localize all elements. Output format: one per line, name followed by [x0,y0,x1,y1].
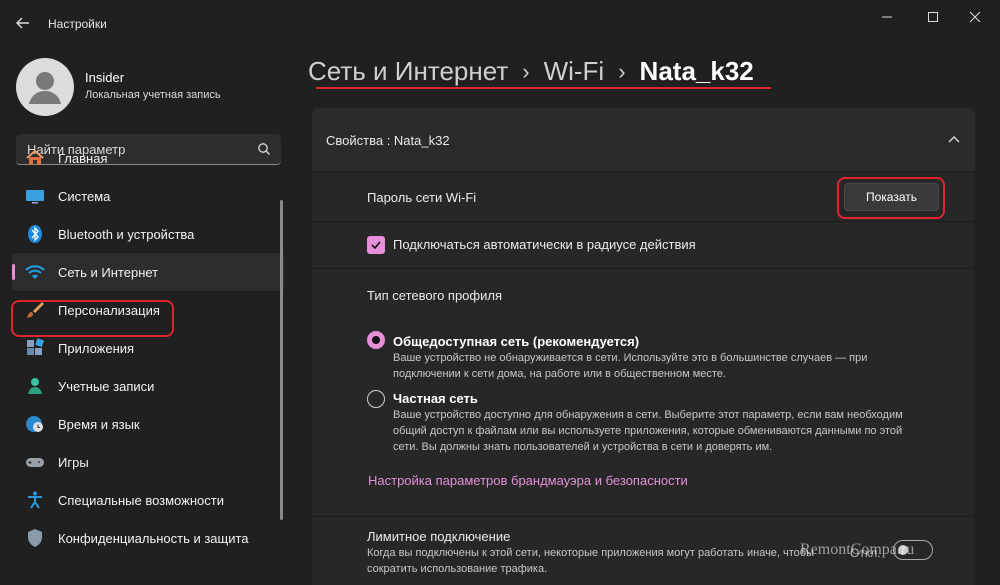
sidebar-item-privacy[interactable]: Конфиденциальность и защита [12,519,284,557]
sidebar-item-label: Учетные записи [58,378,155,394]
public-network-desc: Ваше устройство не обнаруживается в сети… [393,352,868,364]
sidebar-item-label: Приложения [58,340,135,356]
public-network-radio[interactable] [367,331,385,349]
divider [312,516,975,517]
active-item-highlight [11,300,174,337]
sidebar-item-label: Время и язык [58,416,140,432]
divider [312,221,975,222]
shield-icon [25,528,45,548]
apps-icon [25,338,45,358]
auto-connect-checkbox[interactable] [367,236,385,254]
maximize-icon[interactable] [913,6,953,28]
user-avatar-icon [29,72,61,104]
sidebar-item-label: Игры [58,454,89,470]
auto-connect-label: Подключаться автоматически в радиусе дей… [393,237,696,252]
page-title: Nata_k32 [639,56,754,86]
sidebar-item-accessibility[interactable]: Специальные возможности [12,481,284,519]
private-network-radio[interactable] [367,390,385,408]
checkmark-icon [371,241,381,250]
private-network-desc: общий доступ к файлам или вы используете… [393,425,903,437]
private-network-desc: Ваше устройство доступно для обнаружения… [393,409,903,421]
monitor-icon [25,186,45,206]
private-network-title: Частная сеть [393,391,478,406]
account-icon [25,376,45,396]
sidebar-item-accounts[interactable]: Учетные записи [12,367,284,405]
sidebar-item-time-language[interactable]: Время и язык [12,405,284,443]
divider [312,268,975,269]
sidebar-scrollbar[interactable] [280,200,283,520]
show-button-highlight [837,177,945,219]
chevron-right-icon: › [522,58,530,84]
wifi-icon [25,262,45,282]
back-arrow-icon[interactable] [14,14,32,32]
private-network-desc: сети. Вы должны знать пользователей и ус… [393,441,773,453]
metered-connection-desc: сократить использование трафика. [367,563,548,575]
title-underline [316,87,771,89]
home-icon [25,148,45,168]
public-network-desc: подключении к сети дома, на работе или в… [393,368,726,380]
sidebar-item-home[interactable]: Главная [12,139,284,177]
avatar[interactable] [16,58,74,116]
breadcrumb-wifi[interactable]: Wi-Fi [544,56,605,87]
close-icon[interactable] [955,6,995,28]
sidebar-item-label: Конфиденциальность и защита [58,530,249,546]
sidebar-item-label: Bluetooth и устройства [58,226,195,242]
globe-clock-icon [25,414,45,434]
accessibility-icon [25,490,45,510]
bluetooth-icon [25,224,45,244]
sidebar-nav: Главная Система Bluetooth и устройства С… [12,139,284,557]
chevron-right-icon: › [618,58,626,84]
sidebar-item-label: Главная [58,150,108,166]
user-name: Insider [85,70,125,85]
gamepad-icon [25,452,45,472]
sidebar-item-label: Сеть и Интернет [58,264,159,280]
minimize-icon[interactable] [867,6,907,28]
breadcrumb-network[interactable]: Сеть и Интернет [308,56,508,87]
metered-connection-label: Лимитное подключение [367,529,511,544]
firewall-settings-link[interactable]: Настройка параметров брандмауэра и безоп… [368,473,688,488]
chevron-up-icon[interactable] [947,133,961,147]
account-type: Локальная учетная запись [85,89,221,101]
sidebar-item-label: Специальные возможности [58,492,224,508]
wifi-password-label: Пароль сети Wi-Fi [367,190,477,205]
watermark: RemontCompa.ru [800,541,915,558]
sidebar-item-bluetooth[interactable]: Bluetooth и устройства [12,215,284,253]
sidebar-item-network[interactable]: Сеть и Интернет [12,253,284,291]
sidebar-item-gaming[interactable]: Игры [12,443,284,481]
properties-title: Свойства : Nata_k32 [326,133,450,148]
breadcrumb: Сеть и Интернет › Wi-Fi › Nata_k32 [308,56,754,87]
public-network-title: Общедоступная сеть (рекомендуется) [393,334,640,349]
properties-header[interactable]: Свойства : Nata_k32 [312,108,975,171]
sidebar-item-system[interactable]: Система [12,177,284,215]
title-bar: Настройки [0,0,1000,46]
profile-type-label: Тип сетевого профиля [367,288,502,303]
metered-connection-desc: Когда вы подключены к этой сети, некотор… [367,547,814,559]
sidebar-item-label: Система [58,188,111,204]
app-title: Настройки [48,17,107,31]
